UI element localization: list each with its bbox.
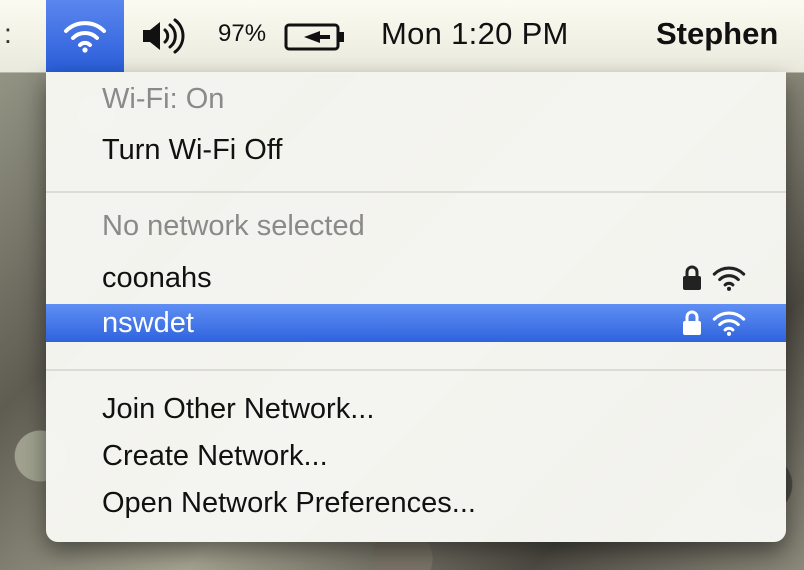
join-other-network-item[interactable]: Join Other Network... [46, 390, 786, 428]
network-item-nswdet[interactable]: nswdet [46, 304, 786, 342]
lock-icon [683, 265, 701, 290]
turn-wifi-off-item[interactable]: Turn Wi-Fi Off [46, 131, 786, 169]
menu-bar: : 97% Mon 1:20 PM Stephen [0, 0, 804, 73]
battery-percent[interactable]: 97% [218, 20, 266, 48]
wifi-status: Wi-Fi: On [102, 83, 225, 115]
wifi-icon [64, 21, 106, 53]
wifi-menu-icon[interactable] [46, 0, 124, 72]
create-network-item[interactable]: Create Network... [46, 437, 786, 475]
networks-header: No network selected [102, 210, 365, 242]
menubar-user[interactable]: Stephen [656, 16, 778, 52]
network-name: nswdet [102, 307, 194, 339]
menubar-clock[interactable]: Mon 1:20 PM [381, 16, 569, 52]
battery-charging-icon[interactable] [284, 22, 348, 52]
menubar-overflow: : [4, 18, 12, 49]
menu-separator [46, 191, 786, 193]
wifi-signal-icon [712, 266, 746, 291]
wifi-signal-icon [712, 311, 746, 336]
wifi-dropdown-menu: Wi-Fi: On Turn Wi-Fi Off No network sele… [46, 72, 786, 542]
lock-icon [683, 310, 701, 335]
volume-icon[interactable] [140, 18, 186, 54]
open-network-preferences-item[interactable]: Open Network Preferences... [46, 484, 786, 522]
menu-separator [46, 369, 786, 371]
network-item-coonahs[interactable]: coonahs [46, 259, 786, 297]
network-name: coonahs [102, 262, 212, 294]
